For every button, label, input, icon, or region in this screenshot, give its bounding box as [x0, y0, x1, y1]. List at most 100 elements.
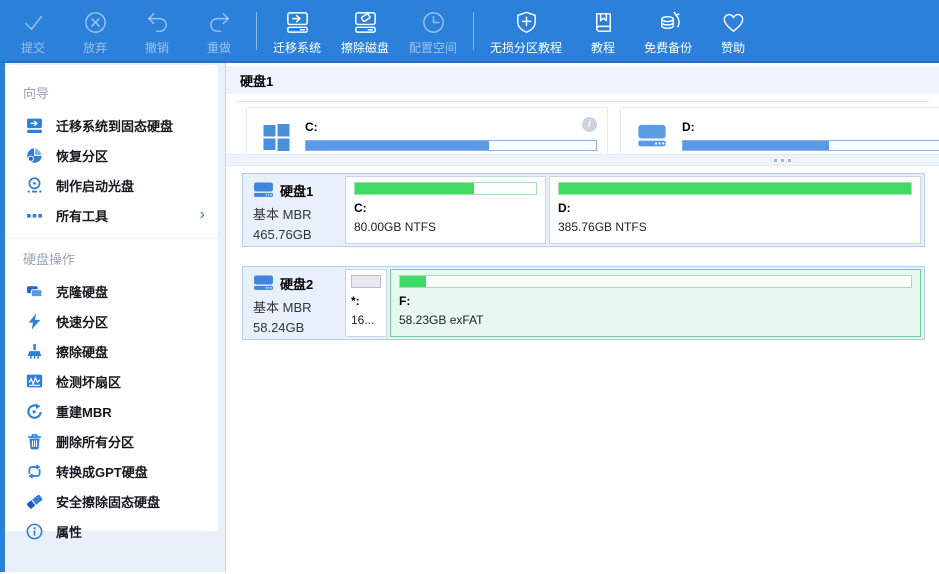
partition-usage-bar [351, 275, 381, 288]
allocate-space-clock-icon [420, 9, 447, 36]
toolbar-separator [473, 12, 474, 50]
sidebar: 向导 迁移系统到固态硬盘 恢复分区 制作启动光盘 所有工具 › 硬盘操作 [5, 63, 225, 572]
commit-check-icon [20, 9, 47, 36]
splitter-dots-icon [774, 159, 791, 162]
sidebar-item-delete-all-partitions[interactable]: 删除所有分区 [5, 426, 218, 456]
overview-volume-label: C: [305, 120, 597, 134]
sidebar-item-wipe-disk[interactable]: 擦除硬盘 [5, 336, 218, 366]
migrate-os-to-ssd-icon [26, 117, 43, 134]
free-backup-button[interactable]: 免费备份 [634, 5, 702, 56]
volume-overview-strip: C: i D: [226, 107, 939, 154]
sidebar-item-secure-erase-ssd[interactable]: 安全擦除固态硬盘 [5, 486, 218, 516]
disk2-info[interactable]: 硬盘2 基本 MBR 58.24GB [246, 269, 342, 337]
overview-card-d[interactable]: D: [620, 107, 939, 154]
disk-name: 硬盘1 [280, 181, 313, 200]
sidebar-item-rebuild-mbr[interactable]: 重建MBR [5, 396, 218, 426]
erase-disk-button[interactable]: 擦除磁盘 [331, 5, 399, 56]
tutorial-button[interactable]: 教程 [572, 5, 634, 56]
sponsor-label: 赞助 [721, 39, 745, 56]
sidebar-item-check-bad-sectors[interactable]: 检测坏扇区 [5, 366, 218, 396]
partition-usage-bar [558, 182, 912, 195]
partition-block-unallocated[interactable]: *: 16... [345, 269, 387, 337]
sidebar-item-label: 所有工具 [56, 206, 108, 225]
rebuild-mbr-icon [26, 403, 43, 420]
sidebar-item-label: 删除所有分区 [56, 432, 134, 451]
sponsor-heart-icon [720, 9, 747, 36]
partition-tutorial-shield-icon [513, 9, 540, 36]
discard-button[interactable]: 放弃 [64, 5, 126, 56]
recover-partition-icon [26, 147, 43, 164]
properties-info-icon [26, 523, 43, 540]
disk-tab-hdd1[interactable]: 硬盘1 [240, 71, 273, 90]
sponsor-button[interactable]: 赞助 [702, 5, 764, 56]
sidebar-item-migrate-os-to-ssd[interactable]: 迁移系统到固态硬盘 [5, 110, 218, 140]
allocate-space-button[interactable]: 配置空间 [399, 5, 467, 56]
sidebar-item-convert-to-gpt[interactable]: 转换成GPT硬盘 [5, 456, 218, 486]
migrate-system-button[interactable]: 迁移系统 [263, 5, 331, 56]
undo-button[interactable]: 撤销 [126, 5, 188, 56]
overview-volume-label: D: [682, 120, 939, 134]
sidebar-item-recover-partition[interactable]: 恢复分区 [5, 140, 218, 170]
partition-info: 58.23GB exFAT [399, 313, 912, 327]
splitter-handle[interactable] [226, 154, 939, 166]
commit-label: 提交 [21, 39, 45, 56]
sidebar-item-label: 恢复分区 [56, 146, 108, 165]
sidebar-item-make-bootable-disc[interactable]: 制作启动光盘 [5, 170, 218, 200]
toolbar: 提交 放弃 撤销 重做 迁移系统 擦除磁盘 配置空间 无损分区教程 教程 免费备… [0, 0, 939, 63]
quick-partition-icon [26, 313, 43, 330]
check-bad-sectors-icon [26, 373, 43, 390]
sidebar-item-label: 克隆硬盘 [56, 282, 108, 301]
wipe-disk-icon [26, 343, 43, 360]
partition-info: 80.00GB NTFS [354, 220, 537, 234]
migrate-system-label: 迁移系统 [273, 39, 321, 56]
disk-size: 465.76GB [253, 227, 342, 242]
disk-style: 基本 MBR [253, 297, 342, 316]
sidebar-item-label: 检测坏扇区 [56, 372, 121, 391]
disk-style: 基本 MBR [253, 204, 342, 223]
partition-block-f-selected[interactable]: F: 58.23GB exFAT [390, 269, 921, 337]
all-tools-icon [26, 207, 43, 224]
sidebar-item-label: 转换成GPT硬盘 [56, 462, 148, 481]
partition-info: 385.76GB NTFS [558, 220, 912, 234]
partition-usage-bar [354, 182, 537, 195]
redo-button[interactable]: 重做 [188, 5, 250, 56]
convert-to-gpt-icon [26, 463, 43, 480]
partition-label: *: [351, 294, 381, 308]
sidebar-item-label: 安全擦除固态硬盘 [56, 492, 160, 511]
overview-card-c[interactable]: C: i [246, 107, 608, 154]
overview-usage-bar [305, 140, 597, 151]
sidebar-item-clone-disk[interactable]: 克隆硬盘 [5, 276, 218, 306]
partition-label: C: [354, 201, 537, 215]
sidebar-item-all-tools[interactable]: 所有工具 › [5, 200, 218, 230]
sidebar-item-label: 制作启动光盘 [56, 176, 134, 195]
disk-icon [253, 182, 274, 199]
tutorial-label: 教程 [591, 39, 615, 56]
commit-button[interactable]: 提交 [2, 5, 64, 56]
sidebar-item-label: 擦除硬盘 [56, 342, 108, 361]
partition-info: 16... [351, 313, 381, 327]
main-area: 硬盘1 C: i [225, 63, 939, 572]
partition-label: D: [558, 201, 912, 215]
partition-block-c[interactable]: C: 80.00GB NTFS [345, 176, 546, 244]
partition-block-d[interactable]: D: 385.76GB NTFS [549, 176, 921, 244]
sidebar-item-properties[interactable]: 属性 [5, 516, 218, 546]
undo-label: 撤销 [145, 39, 169, 56]
undo-arrow-icon [144, 9, 171, 36]
sidebar-item-quick-partition[interactable]: 快速分区 [5, 306, 218, 336]
discard-circle-x-icon [82, 9, 109, 36]
discard-label: 放弃 [83, 39, 107, 56]
info-icon[interactable]: i [582, 117, 597, 132]
partition-tutorial-label: 无损分区教程 [490, 39, 562, 56]
sidebar-section-wizard-title: 向导 [5, 77, 218, 110]
sidebar-section-disk-ops-title: 硬盘操作 [5, 243, 218, 276]
clone-disk-icon [26, 283, 43, 300]
partition-usage-bar [399, 275, 912, 288]
toolbar-separator [256, 12, 257, 50]
bootable-disc-icon [26, 177, 43, 194]
erase-disk-icon [352, 9, 379, 36]
disk-row-2: 硬盘2 基本 MBR 58.24GB *: 16... F: 58.23GB e… [242, 266, 925, 340]
disk1-info[interactable]: 硬盘1 基本 MBR 465.76GB [246, 176, 342, 244]
partition-tutorial-button[interactable]: 无损分区教程 [480, 5, 572, 56]
windows-logo-icon [263, 124, 290, 151]
disk-drive-icon [637, 124, 667, 149]
